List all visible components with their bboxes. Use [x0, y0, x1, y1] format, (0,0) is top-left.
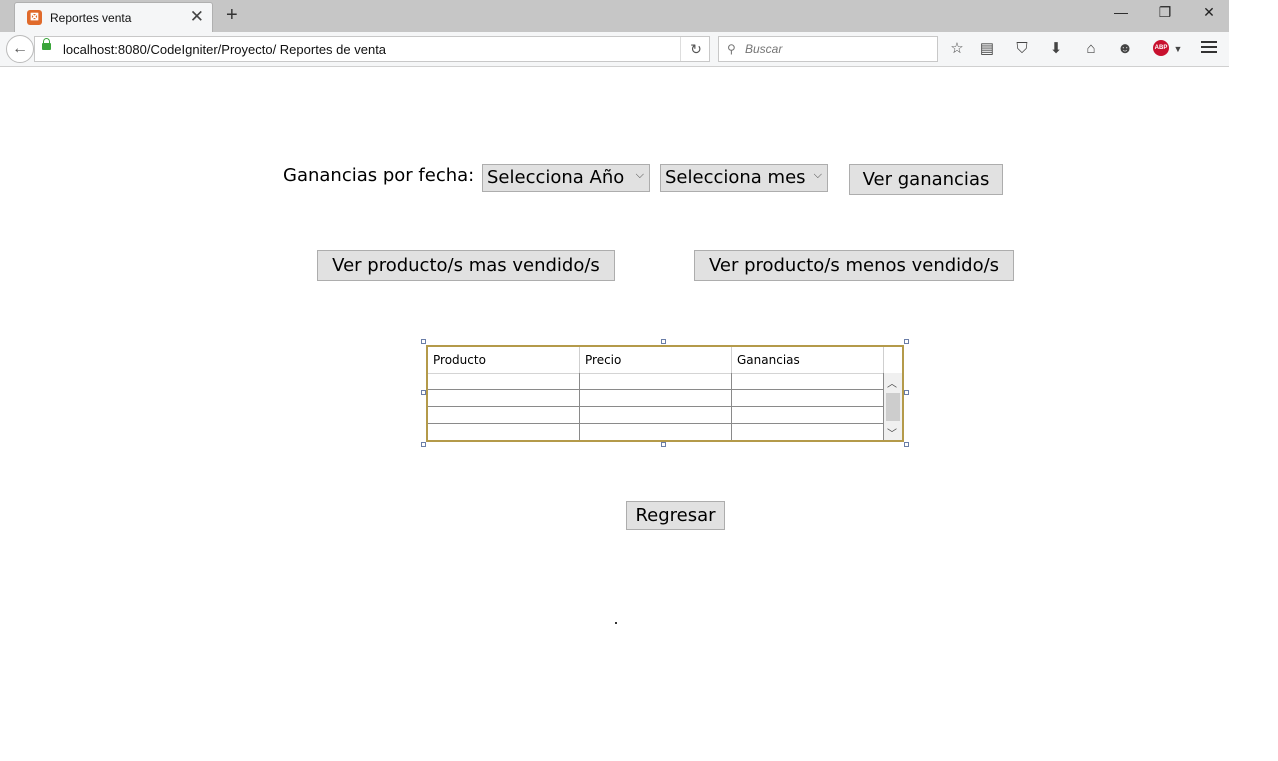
resize-handle[interactable] [904, 390, 909, 395]
table-cell[interactable] [732, 424, 884, 440]
stray-dot [615, 622, 617, 624]
table-cell[interactable] [732, 407, 884, 424]
table-row[interactable] [428, 373, 884, 390]
resize-handle[interactable] [421, 442, 426, 447]
adblock-plus-icon[interactable]: ABP [1153, 40, 1169, 56]
table-cell[interactable] [580, 373, 732, 390]
ver-mas-vendidos-button[interactable]: Ver producto/s mas vendido/s [317, 250, 615, 281]
close-tab-icon[interactable]: ✕ [190, 8, 204, 25]
resize-handle[interactable] [661, 442, 666, 447]
table-cell[interactable] [428, 390, 580, 407]
menu-icon[interactable] [1201, 41, 1217, 56]
tab-reportes-venta[interactable]: ⊠ Reportes venta ✕ [14, 2, 213, 32]
pocket-icon[interactable]: ⛉ [1012, 39, 1032, 59]
reading-list-icon[interactable]: ▤ [977, 39, 997, 59]
resize-handle[interactable] [661, 339, 666, 344]
table-cell[interactable] [732, 390, 884, 407]
lock-icon [42, 38, 51, 50]
search-icon: ⚲ [727, 42, 736, 56]
month-select[interactable]: Selecciona mes ⌵ [660, 164, 828, 192]
table-cell[interactable] [428, 373, 580, 390]
ver-menos-vendidos-button[interactable]: Ver producto/s menos vendido/s [694, 250, 1014, 281]
url-bar[interactable]: localhost:8080/CodeIgniter/Proyecto/ Rep… [34, 36, 710, 62]
month-select-value: Selecciona mes [665, 167, 806, 188]
column-header-producto[interactable]: Producto [428, 347, 580, 373]
back-button[interactable]: ← [6, 35, 34, 63]
table-cell[interactable] [580, 407, 732, 424]
close-window-button[interactable]: ✕ [1189, 4, 1229, 21]
search-bar[interactable]: ⚲ [718, 36, 938, 62]
column-header-precio[interactable]: Precio [580, 347, 732, 373]
year-select[interactable]: Selecciona Año ⌵ [482, 164, 650, 192]
minimize-window-button[interactable]: — [1101, 4, 1141, 20]
url-text[interactable]: localhost:8080/CodeIgniter/Proyecto/ Rep… [63, 42, 386, 57]
resize-handle[interactable] [904, 339, 909, 344]
regresar-button[interactable]: Regresar [626, 501, 725, 530]
sales-report-grid[interactable]: Producto Precio Ganancias ︿ ﹀ [426, 345, 904, 442]
chat-icon[interactable]: ☻ [1115, 39, 1135, 59]
search-input[interactable] [743, 41, 927, 57]
chevron-down-icon: ⌵ [813, 168, 822, 181]
table-row[interactable] [428, 390, 884, 407]
new-tab-button[interactable]: + [226, 4, 238, 26]
table-cell[interactable] [732, 373, 884, 390]
star-icon[interactable]: ☆ [947, 39, 967, 59]
table-row[interactable] [428, 424, 884, 440]
ganancias-por-fecha-label: Ganancias por fecha: [283, 165, 475, 186]
home-icon[interactable]: ⌂ [1081, 39, 1101, 59]
ver-ganancias-button[interactable]: Ver ganancias [849, 164, 1003, 195]
table-cell[interactable] [580, 390, 732, 407]
back-arrow-icon: ← [12, 40, 28, 57]
table-row[interactable] [428, 407, 884, 424]
restore-window-button[interactable]: ❐ [1145, 4, 1185, 21]
chevron-down-icon[interactable]: ▼ [1168, 39, 1188, 59]
table-cell[interactable] [580, 424, 732, 440]
chevron-down-icon: ⌵ [635, 168, 644, 181]
tab-title: Reportes venta [50, 11, 132, 25]
reload-icon: ↻ [690, 41, 702, 57]
column-header-ganancias[interactable]: Ganancias [732, 347, 884, 373]
navigation-toolbar: ← localhost:8080/CodeIgniter/Proyecto/ R… [0, 32, 1229, 67]
reload-button[interactable]: ↻ [680, 37, 711, 61]
grid-scrollbar[interactable]: ︿ ﹀ [884, 373, 902, 440]
scroll-up-icon[interactable]: ︿ [887, 375, 897, 390]
download-icon[interactable]: ⬇ [1046, 39, 1066, 59]
grid-header: Producto Precio Ganancias [428, 347, 884, 374]
scroll-thumb[interactable] [886, 393, 900, 421]
table-cell[interactable] [428, 424, 580, 440]
xampp-favicon-icon: ⊠ [27, 10, 42, 25]
table-cell[interactable] [428, 407, 580, 424]
scroll-down-icon[interactable]: ﹀ [887, 425, 897, 440]
year-select-value: Selecciona Año [487, 167, 625, 188]
resize-handle[interactable] [904, 442, 909, 447]
tab-bar: ⊠ Reportes venta ✕ + — ❐ ✕ [0, 0, 1229, 32]
resize-handle[interactable] [421, 339, 426, 344]
